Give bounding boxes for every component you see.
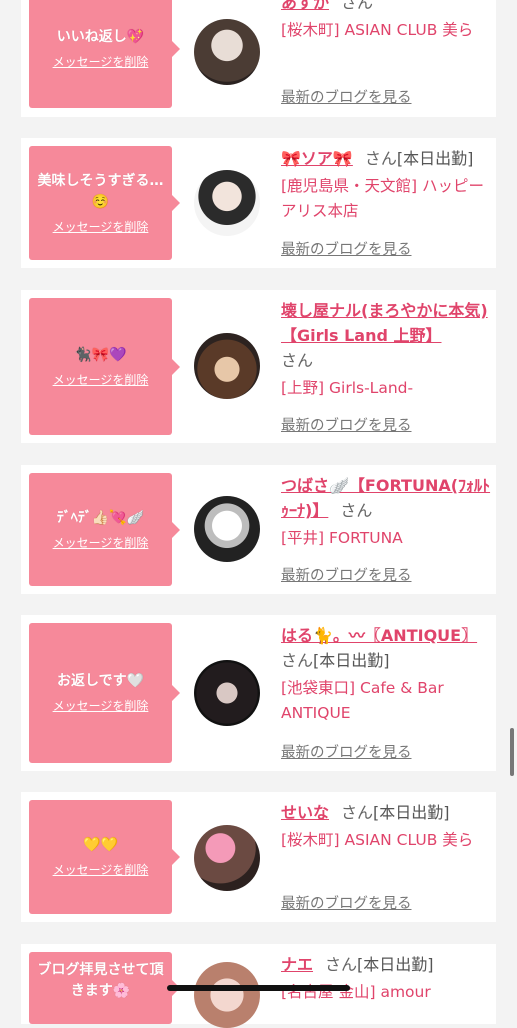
sender-name-link[interactable]: せいな — [281, 803, 329, 822]
delete-message-link[interactable]: メッセージを削除 — [53, 54, 149, 71]
sender-info: あすか さん [桜木町] ASIAN CLUB 美ら — [281, 0, 491, 43]
message-text: お返しです🤍 — [56, 673, 144, 689]
status-badge: [本日出勤] — [357, 955, 434, 974]
honorific: さん — [341, 0, 374, 12]
delete-message-link[interactable]: メッセージを削除 — [53, 698, 149, 715]
latest-blog-link[interactable]: 最新のブログを見る — [281, 564, 412, 585]
message-card: ﾃﾞﾍﾃﾞ👍🏻💘🪽 メッセージを削除 つばさ🪽【FORTUNA(ﾌｫﾙﾄｩｰﾅ)… — [21, 465, 496, 594]
delete-message-link[interactable]: メッセージを削除 — [53, 219, 149, 236]
message-bubble: ブログ拝見させて頂きます🌸 — [29, 952, 180, 1024]
latest-blog-link[interactable]: 最新のブログを見る — [281, 86, 412, 107]
message-card: いいね返し💖 メッセージを削除 あすか さん [桜木町] ASIAN CLUB 美… — [21, 0, 496, 117]
shop-name: [桜木町] ASIAN CLUB 美ら — [281, 21, 474, 39]
sender-info: 壊し屋ナル(まろやかに本気)【Girls Land 上野】さん [上野] Gir… — [281, 298, 491, 401]
shop-name: [池袋東口] Cafe & Bar ANTIQUE — [281, 679, 444, 722]
message-card: ブログ拝見させて頂きます🌸 ナエ さん[本日出勤] [名古屋 金山] amour — [21, 944, 496, 1028]
status-badge: [本日出勤] — [373, 803, 450, 822]
delete-message-link[interactable]: メッセージを削除 — [53, 535, 149, 552]
avatar[interactable] — [194, 496, 260, 562]
message-bubble: 🐈‍⬛🎀💜 メッセージを削除 — [29, 298, 180, 435]
avatar[interactable] — [194, 660, 260, 726]
avatar[interactable] — [194, 19, 260, 85]
message-text: 美味しそうすぎる…☺️ — [37, 172, 164, 210]
shop-name: [平井] FORTUNA — [281, 529, 403, 547]
sender-name-link[interactable]: つばさ🪽【FORTUNA(ﾌｫﾙﾄｩｰﾅ)】 — [281, 476, 490, 520]
honorific: さん — [325, 955, 358, 974]
avatar[interactable] — [194, 962, 260, 1028]
message-bubble: 美味しそうすぎる…☺️ メッセージを削除 — [29, 146, 180, 260]
message-card: 美味しそうすぎる…☺️ メッセージを削除 🎀ソア🎀 さん[本日出勤] [鹿児島県・… — [21, 138, 496, 268]
sender-name-link[interactable]: 壊し屋ナル(まろやかに本気)【Girls Land 上野】 — [281, 301, 488, 345]
message-text: ブログ拝見させて頂きます🌸 — [37, 962, 164, 999]
latest-blog-link[interactable]: 最新のブログを見る — [281, 238, 412, 259]
delete-message-link[interactable]: メッセージを削除 — [53, 862, 149, 879]
status-badge: [本日出勤] — [396, 149, 474, 168]
message-card: 💛💛 メッセージを削除 せいな さん[本日出勤] [桜木町] ASIAN CLUB… — [21, 792, 496, 922]
shop-name: [名古屋 金山] amour — [281, 983, 431, 1001]
delete-message-link[interactable]: メッセージを削除 — [53, 372, 149, 389]
avatar[interactable] — [194, 170, 260, 236]
message-card: 🐈‍⬛🎀💜 メッセージを削除 壊し屋ナル(まろやかに本気)【Girls Land… — [21, 290, 496, 443]
avatar[interactable] — [194, 825, 260, 891]
sender-name-link[interactable]: あすか — [281, 0, 329, 12]
sender-info: ナエ さん[本日出勤] [名古屋 金山] amour — [281, 952, 491, 1005]
message-bubble: いいね返し💖 メッセージを削除 — [29, 0, 180, 108]
home-indicator[interactable] — [167, 985, 350, 991]
shop-name: [上野] Girls-Land- — [281, 379, 414, 397]
sender-name-link[interactable]: ナエ — [281, 955, 313, 974]
honorific: さん — [340, 501, 373, 520]
message-text: 💛💛 — [83, 837, 118, 853]
sender-info: せいな さん[本日出勤] [桜木町] ASIAN CLUB 美ら — [281, 800, 491, 853]
latest-blog-link[interactable]: 最新のブログを見る — [281, 892, 412, 913]
status-badge: [本日出勤] — [313, 651, 390, 670]
avatar[interactable] — [194, 333, 260, 399]
message-bubble: お返しです🤍 メッセージを削除 — [29, 623, 180, 763]
scrollbar[interactable] — [510, 728, 514, 776]
message-bubble: 💛💛 メッセージを削除 — [29, 800, 180, 914]
sender-info: つばさ🪽【FORTUNA(ﾌｫﾙﾄｩｰﾅ)】 さん [平井] FORTUNA — [281, 473, 491, 551]
message-bubble: ﾃﾞﾍﾃﾞ👍🏻💘🪽 メッセージを削除 — [29, 473, 180, 586]
latest-blog-link[interactable]: 最新のブログを見る — [281, 414, 412, 435]
latest-blog-link[interactable]: 最新のブログを見る — [281, 741, 412, 762]
sender-name-link[interactable]: 🎀ソア🎀 — [281, 149, 353, 168]
shop-name: [鹿児島県・天文館] ハッピーアリス本店 — [281, 177, 485, 220]
honorific: さん — [281, 651, 314, 670]
message-text: 🐈‍⬛🎀💜 — [74, 346, 127, 363]
shop-name: [桜木町] ASIAN CLUB 美ら — [281, 831, 474, 849]
message-card: お返しです🤍 メッセージを削除 はる🐈。〰〖ANTIQUE〗 さん[本日出勤] [… — [21, 615, 496, 771]
message-text: いいね返し💖 — [56, 29, 145, 45]
honorific: さん — [341, 803, 374, 822]
sender-name-link[interactable]: はる🐈。〰〖ANTIQUE〗 — [281, 626, 477, 645]
sender-info: 🎀ソア🎀 さん[本日出勤] [鹿児島県・天文館] ハッピーアリス本店 — [281, 146, 491, 224]
honorific: さん — [364, 149, 397, 168]
honorific: さん — [281, 351, 314, 370]
message-text: ﾃﾞﾍﾃﾞ👍🏻💘🪽 — [56, 509, 145, 526]
sender-info: はる🐈。〰〖ANTIQUE〗 さん[本日出勤] [池袋東口] Cafe & Bar… — [281, 623, 491, 726]
